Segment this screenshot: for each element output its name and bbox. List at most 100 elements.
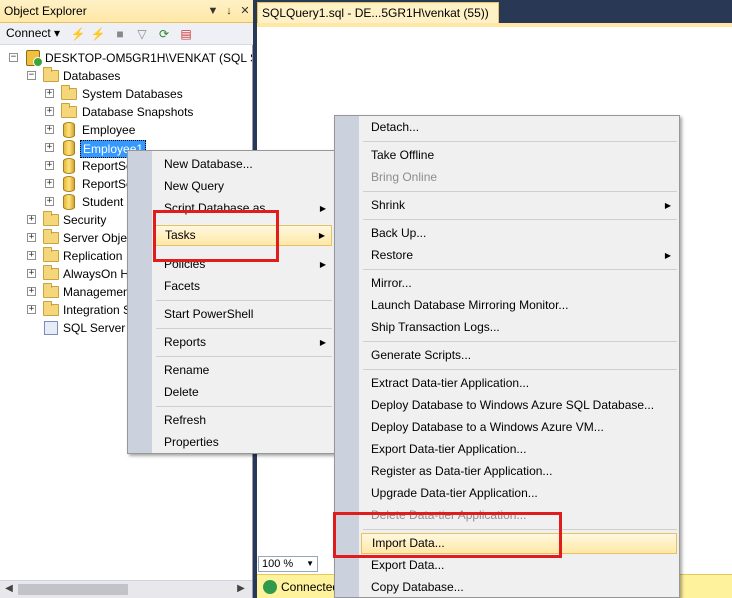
tree-node-label: Databases	[63, 69, 121, 83]
expand-icon[interactable]: +	[45, 125, 54, 134]
tree-node-label: ReportSe	[82, 159, 133, 173]
tree-node-databases[interactable]: − Databases	[0, 67, 252, 85]
menu-separator	[156, 406, 332, 407]
database-context-menu: New Database... New Query Script Databas…	[127, 150, 335, 454]
connect-button[interactable]: Connect ▾	[6, 26, 60, 40]
scroll-right-icon[interactable]: ▶	[234, 583, 248, 594]
menu-separator	[363, 369, 677, 370]
expand-icon[interactable]: +	[27, 215, 36, 224]
menu-separator	[363, 191, 677, 192]
menu-item-label: Deploy Database to a Windows Azure VM...	[371, 420, 604, 434]
menu-item-copy-database[interactable]: Copy Database...	[361, 577, 677, 598]
menu-item-detach[interactable]: Detach...	[361, 117, 677, 138]
query-document-tab[interactable]: SQLQuery1.sql - DE...5GR1H\venkat (55))	[257, 2, 499, 23]
horizontal-scrollbar[interactable]: ◀ ▶	[0, 580, 252, 598]
menu-item-label: Back Up...	[371, 226, 427, 240]
menu-item-launch-mirroring-monitor[interactable]: Launch Database Mirroring Monitor...	[361, 295, 677, 316]
menu-item-facets[interactable]: Facets	[154, 276, 332, 297]
object-explorer-toolbar: Connect ▾ ⚡ ⚡ ■ ▽ ⟳ ▤	[0, 23, 253, 45]
expand-icon[interactable]: +	[27, 233, 36, 242]
menu-item-label: Export Data-tier Application...	[371, 442, 527, 456]
menu-item-label: Facets	[164, 279, 201, 293]
connect-server-icon[interactable]: ⚡	[70, 26, 86, 42]
submenu-arrow-icon: ▶	[318, 231, 325, 240]
tree-node-system-databases[interactable]: + System Databases	[0, 85, 252, 103]
menu-item-label: Properties	[164, 435, 219, 449]
folder-icon	[43, 229, 59, 244]
auto-hide-pin-icon[interactable]: ↓	[222, 3, 236, 19]
menu-item-export-data-tier[interactable]: Export Data-tier Application...	[361, 439, 677, 460]
folder-icon	[43, 247, 59, 262]
folder-icon	[61, 103, 77, 118]
submenu-arrow-icon: ▶	[319, 260, 326, 269]
server-icon	[26, 50, 43, 67]
tree-node-label: Integration S	[63, 303, 132, 317]
expand-icon[interactable]: +	[27, 287, 36, 296]
menu-item-ship-transaction-logs[interactable]: Ship Transaction Logs...	[361, 317, 677, 338]
menu-separator	[156, 300, 332, 301]
menu-item-register-data-tier[interactable]: Register as Data-tier Application...	[361, 461, 677, 482]
tree-node-label: Managemen	[63, 285, 130, 299]
menu-item-deploy-azure-sql[interactable]: Deploy Database to Windows Azure SQL Dat…	[361, 395, 677, 416]
expand-icon[interactable]: +	[27, 305, 36, 314]
tab-title: SQLQuery1.sql - DE...5GR1H\venkat (55))	[262, 6, 489, 20]
expand-icon[interactable]: +	[45, 197, 54, 206]
menu-item-new-query[interactable]: New Query	[154, 176, 332, 197]
collapse-icon[interactable]: −	[27, 71, 36, 80]
menu-item-refresh[interactable]: Refresh	[154, 410, 332, 431]
menu-item-deploy-azure-vm[interactable]: Deploy Database to a Windows Azure VM...	[361, 417, 677, 438]
menu-item-export-data[interactable]: Export Data...	[361, 555, 677, 576]
tree-node-database-snapshots[interactable]: + Database Snapshots	[0, 103, 252, 121]
scrollbar-thumb[interactable]	[18, 584, 128, 595]
menu-separator	[363, 141, 677, 142]
tree-node-server[interactable]: − DESKTOP-OM5GR1H\VENKAT (SQL Ser	[0, 49, 252, 67]
menu-item-upgrade-data-tier[interactable]: Upgrade Data-tier Application...	[361, 483, 677, 504]
menu-item-label: Take Offline	[371, 148, 435, 162]
disconnect-icon[interactable]: ⚡	[90, 26, 106, 42]
menu-item-extract-data-tier[interactable]: Extract Data-tier Application...	[361, 373, 677, 394]
scroll-left-icon[interactable]: ◀	[2, 583, 16, 594]
expand-icon[interactable]: +	[45, 179, 54, 188]
expand-icon[interactable]: +	[27, 269, 36, 278]
tree-node-employee[interactable]: + Employee	[0, 121, 252, 139]
refresh-icon[interactable]: ⟳	[156, 26, 172, 42]
activity-monitor-icon[interactable]: ▤	[178, 26, 194, 42]
menu-item-properties[interactable]: Properties	[154, 432, 332, 453]
menu-item-label: Register as Data-tier Application...	[371, 464, 553, 478]
menu-item-label: Detach...	[371, 120, 420, 134]
tree-node-label: AlwaysOn H	[63, 267, 130, 281]
menu-item-new-database[interactable]: New Database...	[154, 154, 332, 175]
expand-icon[interactable]: +	[27, 251, 36, 260]
agent-icon	[44, 321, 58, 335]
menu-item-delete[interactable]: Delete	[154, 382, 332, 403]
submenu-arrow-icon: ▶	[319, 204, 326, 213]
database-icon	[63, 158, 75, 174]
database-icon	[63, 140, 75, 156]
stop-icon[interactable]: ■	[112, 26, 128, 42]
close-icon[interactable]: ✕	[238, 3, 252, 19]
expand-icon[interactable]: +	[45, 89, 54, 98]
filter-icon[interactable]: ▽	[134, 26, 150, 42]
menu-item-rename[interactable]: Rename	[154, 360, 332, 381]
menu-item-label: Generate Scripts...	[371, 348, 472, 362]
zoom-select[interactable]: 100 % ▼	[258, 556, 318, 572]
menu-item-take-offline[interactable]: Take Offline	[361, 145, 677, 166]
menu-item-generate-scripts[interactable]: Generate Scripts...	[361, 345, 677, 366]
menu-item-restore[interactable]: Restore ▶	[361, 245, 677, 266]
expand-icon[interactable]: +	[45, 161, 54, 170]
menu-item-label: New Database...	[164, 157, 253, 171]
menu-separator	[156, 356, 332, 357]
expand-icon[interactable]: +	[45, 143, 54, 152]
folder-icon	[43, 301, 59, 316]
menu-item-back-up[interactable]: Back Up...	[361, 223, 677, 244]
collapse-icon[interactable]: −	[9, 53, 18, 62]
window-position-icon[interactable]: ▼	[206, 3, 220, 19]
menu-item-reports[interactable]: Reports ▶	[154, 332, 332, 353]
menu-item-mirror[interactable]: Mirror...	[361, 273, 677, 294]
menu-item-start-powershell[interactable]: Start PowerShell	[154, 304, 332, 325]
expand-icon[interactable]: +	[45, 107, 54, 116]
object-explorer-title: Object Explorer	[4, 4, 87, 18]
tree-node-label: Employee	[82, 123, 136, 137]
database-icon	[63, 194, 75, 210]
menu-item-shrink[interactable]: Shrink ▶	[361, 195, 677, 216]
